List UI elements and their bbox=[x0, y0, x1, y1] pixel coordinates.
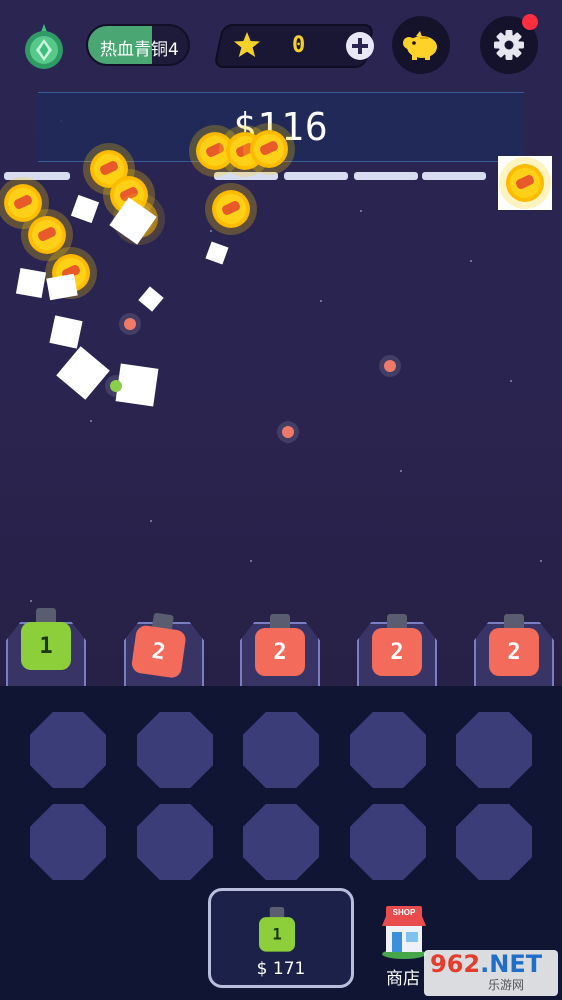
ball bbox=[384, 360, 396, 372]
coin-icon bbox=[28, 216, 66, 254]
barrier-segment bbox=[422, 172, 486, 180]
barrier-segment bbox=[284, 172, 348, 180]
coin-spawn-box bbox=[498, 156, 552, 210]
board-cell[interactable] bbox=[243, 804, 319, 880]
game-screen: 热血青铜4 0 $116 1 2 2 2 2 1 $ 171 SHOP 商店 9… bbox=[0, 0, 562, 1000]
cannon-level: 2 bbox=[390, 640, 404, 665]
shop-label[interactable]: 商店 bbox=[386, 964, 420, 989]
board-cell[interactable] bbox=[456, 804, 532, 880]
watermark-logo: 962.NET 乐游网 bbox=[424, 950, 558, 996]
barrier-segment bbox=[4, 172, 70, 180]
add-stars-button[interactable] bbox=[346, 32, 374, 60]
block bbox=[15, 267, 47, 299]
board-cell[interactable] bbox=[456, 712, 532, 788]
board-cell[interactable] bbox=[30, 804, 106, 880]
board-cell[interactable] bbox=[350, 804, 426, 880]
coin-icon bbox=[250, 130, 288, 168]
rank-label: 热血青铜4 bbox=[100, 40, 179, 60]
svg-text:SHOP: SHOP bbox=[393, 908, 416, 917]
barrier-segment bbox=[214, 172, 278, 180]
cannon-level: 1 bbox=[39, 634, 53, 659]
ball bbox=[110, 380, 122, 392]
rank-gem-icon[interactable] bbox=[20, 22, 68, 70]
notification-dot bbox=[522, 14, 538, 30]
piggy-bank-button[interactable] bbox=[392, 16, 450, 74]
board-cell[interactable] bbox=[350, 712, 426, 788]
cannon-level: 2 bbox=[273, 640, 287, 665]
watermark-brand-suffix: .NET bbox=[480, 950, 543, 978]
shop-icon[interactable]: SHOP bbox=[378, 904, 430, 960]
ball bbox=[282, 426, 294, 438]
rank-badge[interactable]: 热血青铜4 bbox=[86, 24, 190, 66]
watermark-brand: 962.NET bbox=[430, 950, 542, 978]
watermark-brand-main: 962 bbox=[430, 950, 481, 978]
cannon-level: 2 bbox=[507, 640, 521, 665]
board-cell[interactable] bbox=[243, 712, 319, 788]
coin-icon bbox=[506, 164, 544, 202]
coin-icon bbox=[212, 190, 250, 228]
watermark-sub: 乐游网 bbox=[488, 978, 525, 992]
board-cell[interactable] bbox=[137, 712, 213, 788]
buy-cannon-button[interactable]: 1 $ 171 bbox=[208, 888, 354, 988]
board-cell[interactable] bbox=[30, 712, 106, 788]
coin-icon bbox=[4, 184, 42, 222]
star-count: 0 bbox=[292, 33, 306, 58]
barrier-segment bbox=[354, 172, 418, 180]
buy-price: $ 171 bbox=[256, 959, 306, 979]
piggy-bank-icon bbox=[403, 31, 437, 60]
star-icon bbox=[234, 32, 260, 57]
ball bbox=[124, 318, 136, 330]
cannon-level: 1 bbox=[272, 925, 282, 944]
block bbox=[49, 315, 83, 349]
board-cell[interactable] bbox=[137, 804, 213, 880]
